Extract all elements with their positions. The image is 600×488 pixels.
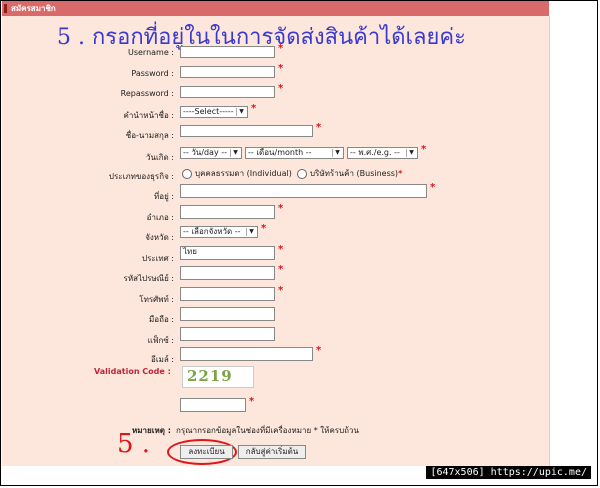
district-label: อำเภอ : xyxy=(146,213,174,222)
required-mark: * xyxy=(261,223,267,234)
repassword-input[interactable] xyxy=(180,86,275,98)
birthday-month-select[interactable]: -- เดือน/month -- ▼ xyxy=(245,147,344,159)
required-mark: * xyxy=(278,264,284,275)
register-panel: สมัครสมาชิก 5 . กรอกที่อยู่ในในการจัดส่ง… xyxy=(2,1,549,466)
required-mark: * xyxy=(398,169,403,178)
district-input[interactable] xyxy=(180,205,275,219)
chevron-down-icon: ▼ xyxy=(406,149,416,157)
country-label: ประเทศ : xyxy=(142,254,174,263)
register-button[interactable]: ลงทะเบียน xyxy=(180,445,233,459)
address-input[interactable] xyxy=(180,184,427,198)
postcode-label: รหัสไปรษณีย์ : xyxy=(123,274,174,283)
address-label: ที่อยู่ : xyxy=(153,192,174,201)
note: หมายเหตุ : กรุณากรอกข้อมูลในช่องที่มีเคร… xyxy=(132,424,359,437)
radio-individual[interactable] xyxy=(182,168,192,179)
chevron-down-icon: ▼ xyxy=(230,149,240,157)
email-input[interactable] xyxy=(180,347,313,361)
password-input[interactable] xyxy=(180,66,275,78)
required-mark: * xyxy=(316,122,322,133)
radio-individual-label: บุคคลธรรมดา (Individual) xyxy=(195,169,292,178)
validation-label: Validation Code : xyxy=(94,367,171,376)
month-select-value: -- เดือน/month -- xyxy=(248,148,312,157)
email-label: อีเมล์ : xyxy=(151,355,174,364)
province-select[interactable]: -- เลือกจังหวัด -- ▼ xyxy=(180,226,258,238)
chevron-down-icon: ▼ xyxy=(332,149,342,157)
business-type-radios: บุคคลธรรมดา (Individual) บริษัทร้านค้า (… xyxy=(182,167,402,180)
phone-label: โทรศัพท์ : xyxy=(139,295,174,304)
radio-business-label: บริษัทร้านค้า (Business) xyxy=(309,169,399,178)
phone-input[interactable] xyxy=(180,287,275,301)
panel-title: สมัครสมาชิก xyxy=(11,4,56,13)
business-type-label: ประเภทของธุรกิจ : xyxy=(108,172,174,181)
captcha-image: 2219 xyxy=(182,366,254,388)
country-input[interactable]: ไทย xyxy=(180,246,275,260)
step-marker: 5 . xyxy=(117,429,151,459)
required-mark: * xyxy=(278,203,284,214)
province-label: จังหวัด : xyxy=(145,233,174,242)
username-input[interactable] xyxy=(180,46,275,58)
year-select-value: -- พ.ศ./e.g. -- xyxy=(350,148,400,157)
note-text: กรุณากรอกข้อมูลในช่องที่มีเครื่องหมาย * … xyxy=(176,426,359,435)
title-select-value: ----Select----- xyxy=(183,107,234,116)
required-mark: * xyxy=(278,244,284,255)
screenshot-frame: สมัครสมาชิก 5 . กรอกที่อยู่ในในการจัดส่ง… xyxy=(0,0,598,486)
province-select-value: -- เลือกจังหวัด -- xyxy=(183,227,241,236)
day-select-value: -- วัน/day -- xyxy=(183,148,228,157)
required-mark: * xyxy=(251,103,257,114)
required-mark: * xyxy=(278,285,284,296)
title-select[interactable]: ----Select----- ▼ xyxy=(180,106,248,118)
mobile-label: มือถือ : xyxy=(149,315,174,324)
chevron-down-icon: ▼ xyxy=(246,228,256,236)
birthday-year-select[interactable]: -- พ.ศ./e.g. -- ▼ xyxy=(347,147,418,159)
required-mark: * xyxy=(430,182,436,193)
title-label: คำนำหน้าชื่อ : xyxy=(123,111,174,120)
chevron-down-icon: ▼ xyxy=(236,108,246,116)
captcha-text: 2219 xyxy=(187,367,233,385)
mobile-input[interactable] xyxy=(180,307,275,321)
birthday-day-select[interactable]: -- วัน/day -- ▼ xyxy=(180,147,242,159)
watermark: [647x506] https://upic.me/ xyxy=(426,466,591,479)
panel-right-border xyxy=(549,16,550,466)
required-mark: * xyxy=(421,144,427,155)
fax-input[interactable] xyxy=(180,327,275,341)
password-label: Password : xyxy=(131,69,174,78)
required-mark: * xyxy=(249,396,255,407)
birthday-label: วันเกิด : xyxy=(146,153,174,162)
required-mark: * xyxy=(278,83,284,94)
username-label: Username : xyxy=(127,48,174,57)
panel-header: สมัครสมาชิก xyxy=(2,1,549,16)
postcode-input[interactable] xyxy=(180,266,275,280)
repassword-label: Repassword : xyxy=(120,89,174,98)
reset-button[interactable]: กลับสู่ค่าเริ่มต้น xyxy=(238,445,306,459)
radio-business[interactable] xyxy=(296,168,307,179)
required-mark: * xyxy=(278,43,284,54)
required-mark: * xyxy=(278,63,284,74)
fullname-input[interactable] xyxy=(180,125,313,137)
fullname-label: ชื่อ-นามสกุล : xyxy=(125,131,174,140)
fax-label: แฟ็กซ์ : xyxy=(147,336,174,345)
required-mark: * xyxy=(316,345,322,356)
header-icon xyxy=(4,4,7,13)
captcha-input[interactable] xyxy=(180,398,246,412)
